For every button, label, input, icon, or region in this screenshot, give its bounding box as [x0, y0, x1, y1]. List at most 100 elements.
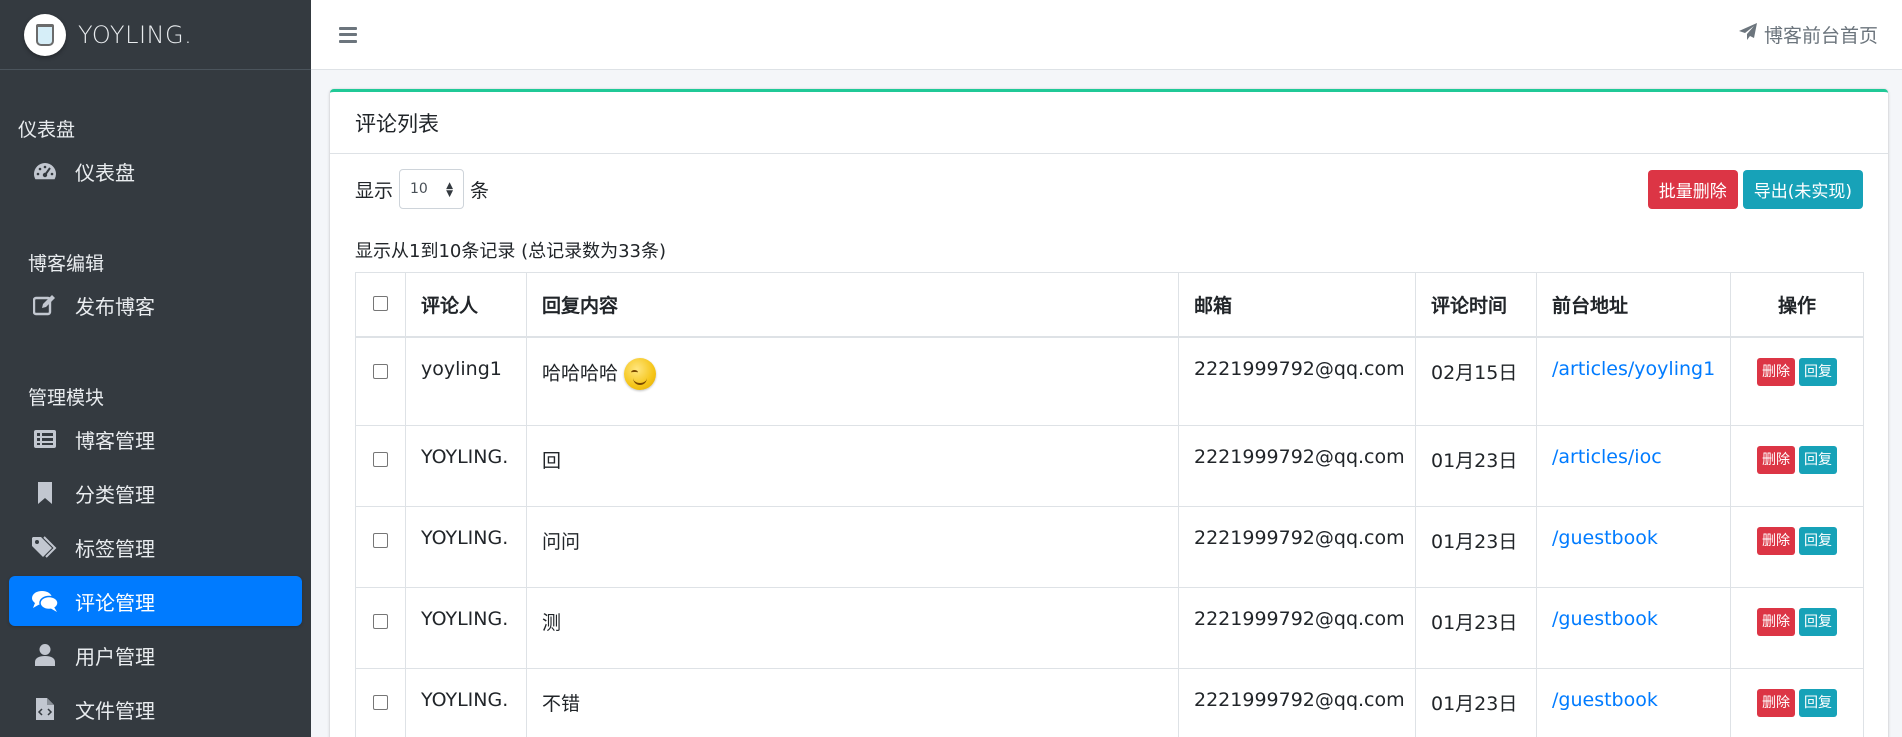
sidebar-item-label: 仪表盘 [75, 160, 135, 185]
front-url-link[interactable]: /articles/ioc [1552, 446, 1662, 468]
brand-link[interactable]: YOYLING. [0, 0, 311, 70]
sidebar-item-label: 分类管理 [75, 482, 155, 507]
email-cell: 2221999792@qq.com [1178, 425, 1416, 507]
row-select-cell [355, 587, 406, 669]
reply-button[interactable]: 回复 [1799, 608, 1837, 636]
nav-header-blog-edit: 博客编辑 [28, 253, 105, 275]
delete-button[interactable]: 删除 [1757, 608, 1795, 636]
content-cell: 测 [526, 587, 1179, 669]
time-cell: 02月15日 [1415, 336, 1537, 426]
sidebar-item-publish-blog[interactable]: 发布博客 [9, 280, 302, 330]
row-checkbox[interactable] [373, 452, 388, 467]
email-cell: 2221999792@qq.com [1178, 668, 1416, 737]
front-url-link[interactable]: /articles/yoyling1 [1552, 358, 1715, 380]
table-row: YOYLING. 回 2221999792@qq.com 01月23日 /art… [355, 425, 1864, 507]
row-select-cell [355, 668, 406, 737]
delete-button[interactable]: 删除 [1757, 689, 1795, 717]
row-select-cell [355, 425, 406, 507]
reply-button[interactable]: 回复 [1799, 689, 1837, 717]
toolbar-buttons: 批量删除 导出(未实现) [1647, 169, 1863, 209]
url-cell: /guestbook [1536, 587, 1731, 669]
delete-button[interactable]: 删除 [1757, 527, 1795, 555]
sidebar-item-label: 发布博客 [75, 294, 155, 319]
sidebar-item-file-management[interactable]: 文件管理 [9, 684, 302, 734]
sidebar-item-label: 用户管理 [75, 644, 155, 669]
table-row: YOYLING. 不错 2221999792@qq.com 01月23日 /gu… [355, 668, 1864, 737]
actions-cell: 删除 回复 [1730, 425, 1864, 507]
column-header[interactable]: 邮箱 [1178, 272, 1416, 338]
column-header[interactable]: 评论人 [405, 272, 527, 338]
export-button[interactable]: 导出(未实现) [1742, 169, 1863, 209]
row-select-cell [355, 506, 406, 588]
time-cell: 01月23日 [1415, 587, 1537, 669]
reply-button[interactable]: 回复 [1799, 446, 1837, 474]
batch-delete-button[interactable]: 批量删除 [1647, 169, 1738, 209]
url-cell: /articles/yoyling1 [1536, 336, 1731, 426]
row-checkbox[interactable] [373, 695, 388, 710]
column-header[interactable]: 评论时间 [1415, 272, 1537, 338]
email-cell: 2221999792@qq.com [1178, 587, 1416, 669]
sidebar-item-blog-management[interactable]: 博客管理 [9, 414, 302, 464]
tags-icon [31, 535, 59, 559]
page-length-value: 10 [410, 181, 428, 197]
sidebar-item-tag-management[interactable]: 标签管理 [9, 522, 302, 572]
row-checkbox[interactable] [373, 614, 388, 629]
delete-button[interactable]: 删除 [1757, 357, 1795, 386]
sidebar-item-label: 评论管理 [75, 590, 155, 615]
table-row: YOYLING. 测 2221999792@qq.com 01月23日 /gue… [355, 587, 1864, 669]
sidebar-item-category-management[interactable]: 分类管理 [9, 468, 302, 518]
commenter-cell: yoyling1 [405, 336, 527, 426]
front-url-link[interactable]: /guestbook [1552, 527, 1658, 549]
row-checkbox[interactable] [373, 533, 388, 548]
brand-logo-icon [24, 13, 66, 56]
select-all-checkbox[interactable] [373, 296, 388, 312]
column-header[interactable]: 前台地址 [1536, 272, 1731, 338]
commenter-cell: YOYLING. [405, 425, 527, 507]
sidebar-item-comment-management[interactable]: 评论管理 [9, 576, 302, 626]
brand-name: YOYLING. [78, 20, 193, 49]
front-url-link[interactable]: /guestbook [1552, 608, 1658, 630]
email-cell: 2221999792@qq.com [1178, 506, 1416, 588]
row-select-cell [355, 336, 406, 426]
reply-button[interactable]: 回复 [1799, 527, 1837, 555]
sidebar-item-label: 文件管理 [75, 698, 155, 723]
delete-button[interactable]: 删除 [1757, 446, 1795, 474]
select-arrows-icon: ▲ ▼ [446, 181, 454, 199]
top-navbar: 博客前台首页 [311, 0, 1902, 70]
content-cell: 问问 [526, 506, 1179, 588]
length-suffix: 条 [470, 179, 490, 202]
commenter-cell: YOYLING. [405, 668, 527, 737]
user-icon [31, 643, 59, 667]
front-page-link[interactable]: 博客前台首页 [1738, 21, 1878, 48]
url-cell: /guestbook [1536, 668, 1731, 737]
sidebar-item-user-management[interactable]: 用户管理 [9, 630, 302, 680]
nav-header-dashboard: 仪表盘 [18, 119, 76, 141]
sidebar-item-dashboard[interactable]: 仪表盘 [9, 146, 302, 196]
tachometer-icon [31, 159, 59, 183]
row-checkbox[interactable] [373, 363, 388, 379]
table-row: yoyling1 哈哈哈哈 2221999792@qq.com 02月15日 /… [355, 336, 1864, 426]
table-row: YOYLING. 问问 2221999792@qq.com 01月23日 /gu… [355, 506, 1864, 588]
edit-icon [31, 293, 59, 317]
comments-icon [31, 589, 59, 613]
time-cell: 01月23日 [1415, 506, 1537, 588]
smile-emoji-icon [624, 357, 657, 390]
commenter-cell: YOYLING. [405, 587, 527, 669]
time-cell: 01月23日 [1415, 425, 1537, 507]
sidebar: YOYLING. 仪表盘 仪表盘 博客编辑 发布博客 管理模块 博客管理 分类管… [0, 0, 311, 737]
page-length-select[interactable]: 10 ▲ ▼ [399, 169, 465, 209]
front-url-link[interactable]: /guestbook [1552, 689, 1658, 711]
menu-toggle-icon[interactable] [339, 26, 357, 43]
page-length-control: 显示 10 ▲ ▼ 条 [355, 169, 489, 209]
column-header[interactable]: 回复内容 [526, 272, 1179, 338]
actions-cell: 删除 回复 [1730, 668, 1864, 737]
reply-button[interactable]: 回复 [1799, 357, 1837, 386]
list-icon [31, 427, 59, 451]
content-text: 哈哈哈哈 [542, 362, 619, 384]
card-body: 显示 10 ▲ ▼ 条 批量删除 导出(未实现) 显示从1到10条记录 (总记录数… [330, 154, 1888, 737]
actions-cell: 删除 回复 [1730, 587, 1864, 669]
content-cell: 哈哈哈哈 [526, 336, 1179, 426]
content-cell: 不错 [526, 668, 1179, 737]
sidebar-item-label: 标签管理 [75, 536, 155, 561]
nav-header-management: 管理模块 [28, 387, 105, 409]
